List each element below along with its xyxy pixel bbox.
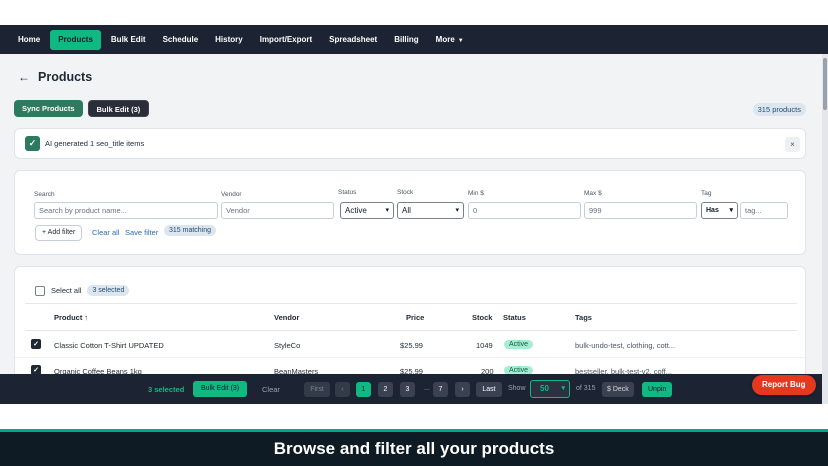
- select-all-row: Select all 3 selected: [35, 285, 130, 296]
- column-header-tags[interactable]: Tags: [575, 313, 592, 322]
- column-header-price[interactable]: Price: [406, 313, 424, 322]
- nav-products[interactable]: Products: [50, 29, 101, 50]
- nav-more[interactable]: More ▼: [429, 31, 471, 49]
- max-price-input[interactable]: 999: [584, 202, 697, 219]
- top-navbar: Home Products Bulk Edit Schedule History…: [0, 25, 828, 54]
- price-cell: $25.99: [400, 341, 423, 350]
- chevron-down-icon: ▾: [455, 207, 459, 214]
- bottom-margin: [0, 404, 828, 429]
- min-price-label: Min $: [468, 190, 484, 197]
- close-icon[interactable]: ×: [785, 137, 800, 152]
- per-page-value: 50: [540, 384, 549, 393]
- status-badge: Active: [504, 340, 534, 349]
- total-count-label: of 315: [576, 385, 596, 392]
- status-select[interactable]: Active ▾: [340, 202, 394, 219]
- bulk-edit-bar-button[interactable]: Bulk Edit (3): [193, 381, 248, 397]
- add-filter-button[interactable]: + Add filter: [35, 225, 83, 241]
- chevron-down-icon: ▾: [385, 207, 389, 214]
- first-page-button[interactable]: First: [304, 382, 330, 397]
- caption-banner: Browse and filter all your products: [0, 429, 828, 466]
- caption-text: Browse and filter all your products: [273, 439, 555, 458]
- matching-count-badge: 315 matching: [164, 225, 217, 236]
- search-input[interactable]: Search by product name...: [34, 202, 218, 219]
- check-icon: ✓: [25, 136, 40, 151]
- nav-billing[interactable]: Billing: [387, 31, 425, 49]
- product-name[interactable]: Classic Cotton T-Shirt UPDATED: [54, 341, 164, 350]
- nav-import-export[interactable]: Import/Export: [253, 31, 319, 49]
- show-label: Show: [508, 385, 526, 392]
- clear-selection-button[interactable]: Clear: [262, 385, 280, 394]
- status-select-value: Active: [345, 206, 367, 215]
- tag-input[interactable]: tag...: [740, 202, 788, 219]
- products-count-badge: 315 products: [752, 103, 806, 116]
- nav-bulk-edit[interactable]: Bulk Edit: [104, 31, 153, 49]
- stock-select-value: All: [402, 206, 411, 215]
- bulk-action-bar: 3 selected Bulk Edit (3) Clear First ‹ 1…: [0, 374, 822, 404]
- chevron-down-icon: ▾: [561, 385, 565, 392]
- save-filter-link[interactable]: Save filter: [125, 228, 158, 237]
- app-content: ← Products Sync Products Bulk Edit (3) 3…: [0, 54, 822, 404]
- nav-spreadsheet[interactable]: Spreadsheet: [322, 31, 384, 49]
- filter-panel: Search Search by product name... Vendor …: [14, 170, 806, 255]
- prev-page-button[interactable]: ‹: [335, 382, 350, 397]
- page-2-button[interactable]: 2: [378, 382, 393, 397]
- ai-success-banner: ✓ AI generated 1 seo_title items ×: [14, 128, 806, 159]
- sync-products-button[interactable]: Sync Products: [14, 100, 83, 117]
- page-title: Products: [38, 70, 93, 84]
- scrollbar[interactable]: [822, 54, 828, 404]
- pagination-ellipsis: ...: [424, 385, 430, 392]
- nav-more-label: More: [435, 34, 455, 44]
- per-page-select[interactable]: 50 ▾: [530, 380, 570, 398]
- row-checkbox[interactable]: ✓: [31, 339, 41, 349]
- divider: [25, 330, 797, 331]
- select-all-label: Select all: [51, 286, 82, 295]
- select-all-checkbox[interactable]: [35, 285, 45, 296]
- nav-home[interactable]: Home: [11, 31, 47, 49]
- chevron-down-icon: ▾: [729, 207, 733, 214]
- next-page-button[interactable]: ›: [455, 382, 470, 397]
- column-header-vendor[interactable]: Vendor: [274, 313, 299, 322]
- nav-schedule[interactable]: Schedule: [156, 31, 206, 49]
- status-label: Status: [338, 189, 357, 196]
- column-header-product[interactable]: Product ↑: [54, 313, 88, 322]
- caret-down-icon: ▼: [457, 37, 464, 44]
- nav-history[interactable]: History: [208, 31, 250, 49]
- max-price-label: Max $: [584, 190, 602, 197]
- arrow-left-icon[interactable]: ←: [18, 70, 30, 84]
- vendor-input[interactable]: Vendor: [221, 202, 334, 219]
- report-bug-button[interactable]: Report Bug: [752, 375, 816, 395]
- bulk-selected-count: 3 selected: [148, 385, 185, 394]
- page-1-button[interactable]: 1: [356, 382, 371, 397]
- deck-button[interactable]: $ Deck: [602, 382, 634, 397]
- tag-mode-value: Has: [706, 207, 719, 214]
- action-row: Sync Products Bulk Edit (3): [14, 100, 150, 117]
- divider: [15, 357, 805, 358]
- top-margin: [0, 0, 828, 25]
- divider: [25, 303, 797, 304]
- page-7-button[interactable]: 7: [433, 382, 448, 397]
- tag-label: Tag: [701, 190, 712, 197]
- clear-all-link[interactable]: Clear all: [92, 228, 120, 237]
- last-page-button[interactable]: Last: [476, 382, 502, 397]
- banner-message: AI generated 1 seo_title items: [45, 139, 145, 148]
- stock-cell: 1049: [476, 341, 493, 350]
- tags-cell: bulk-undo-test, clothing, cott...: [575, 341, 676, 350]
- stock-label: Stock: [397, 189, 414, 196]
- column-header-stock[interactable]: Stock: [472, 313, 492, 322]
- unpin-button[interactable]: Unpin: [642, 382, 673, 397]
- column-header-status[interactable]: Status: [503, 313, 526, 322]
- stock-select[interactable]: All ▾: [397, 202, 464, 219]
- bulk-edit-button[interactable]: Bulk Edit (3): [87, 100, 150, 117]
- vendor-label: Vendor: [221, 191, 242, 198]
- tag-mode-select[interactable]: Has ▾: [701, 202, 738, 219]
- scrollbar-thumb[interactable]: [823, 58, 827, 110]
- search-label: Search: [34, 191, 55, 198]
- page-header: ← Products: [18, 70, 92, 84]
- selected-count-badge: 3 selected: [87, 285, 130, 296]
- min-price-input[interactable]: 0: [468, 202, 581, 219]
- page-3-button[interactable]: 3: [400, 382, 415, 397]
- vendor-cell: StyleCo: [274, 341, 301, 350]
